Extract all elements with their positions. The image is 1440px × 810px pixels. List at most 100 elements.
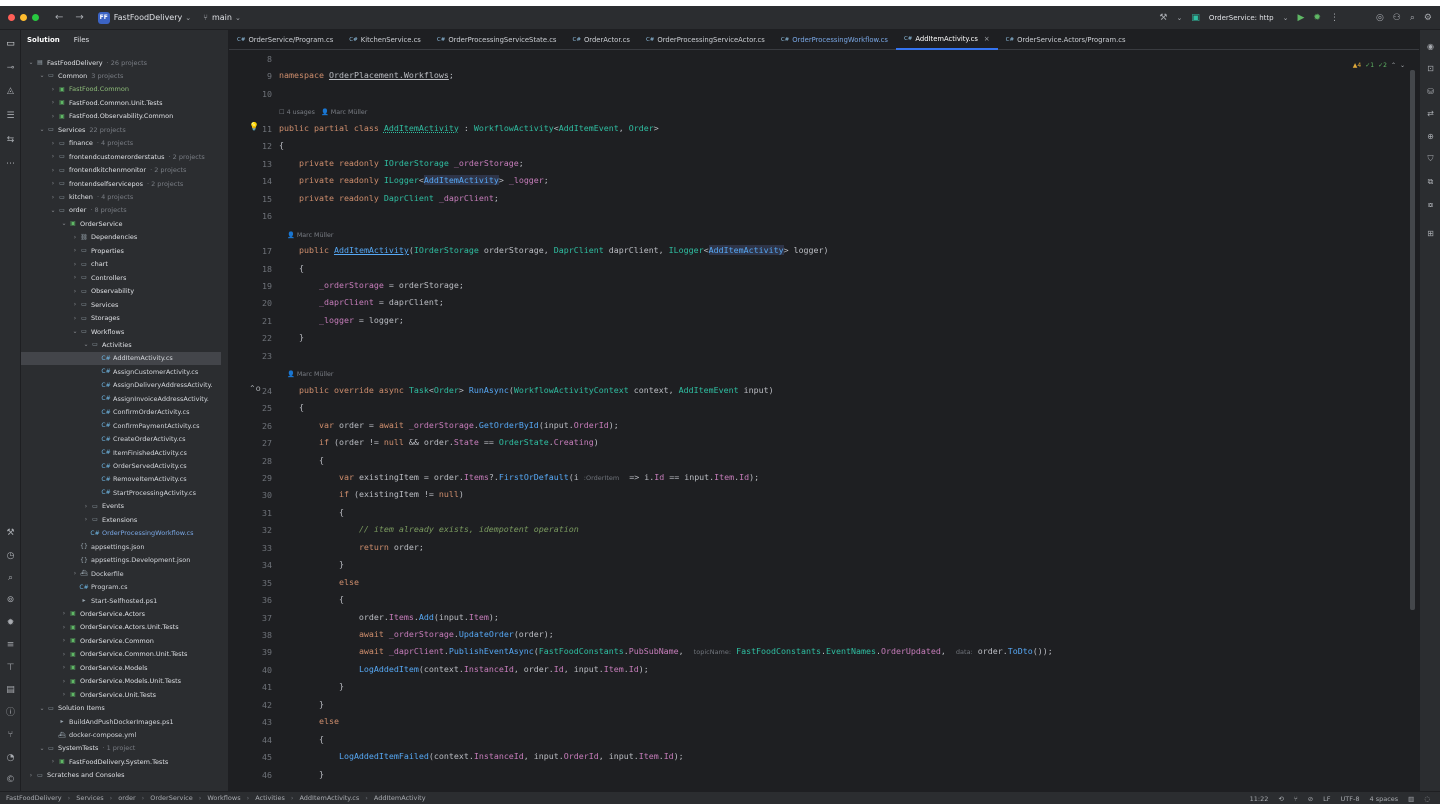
database-icon[interactable]: ⛁ <box>1424 85 1437 98</box>
code-line[interactable]: { <box>279 732 324 746</box>
tree-item[interactable]: C# CreateOrderActivity.cs <box>21 433 221 446</box>
gear-icon[interactable]: ⚙ <box>1424 13 1432 23</box>
tree-item[interactable]: › ▭ frontendkitchenmonitor · 2 projects <box>21 164 221 177</box>
maximize-window-button[interactable] <box>32 14 39 21</box>
chevron-right-icon[interactable]: › <box>60 691 68 698</box>
tree-item[interactable]: › ▭ kitchen · 4 projects <box>21 191 221 204</box>
code-line[interactable]: var order = await _orderStorage.GetOrder… <box>279 418 619 432</box>
ai-assistant-icon[interactable]: ◎ <box>1376 13 1384 23</box>
chevron-right-icon[interactable]: › <box>49 86 57 93</box>
breadcrumb-item[interactable]: OrderService <box>150 794 193 802</box>
clock-icon[interactable]: ◷ <box>4 550 17 563</box>
chevron-right-icon[interactable]: › <box>71 315 79 322</box>
editor-tab[interactable]: C# KitchenService.cs <box>341 30 429 50</box>
chevron-right-icon[interactable]: › <box>71 247 79 254</box>
tree-item[interactable]: › ▣ OrderService.Models <box>21 661 221 674</box>
nuget-icon[interactable]: ◬ <box>4 85 17 98</box>
tree-item[interactable]: › ▭ finance · 4 projects <box>21 137 221 150</box>
cursor-position[interactable]: 11:22 <box>1250 795 1269 803</box>
tree-item[interactable]: C# AssignInvoiceAddressActivity. <box>21 392 221 405</box>
code-line[interactable]: return order; <box>279 540 424 554</box>
tree-item[interactable]: ⌄ ▭ order · 8 projects <box>21 204 221 217</box>
chevron-right-icon[interactable]: › <box>49 140 57 147</box>
chevron-down-icon[interactable]: ⌄ <box>71 328 79 335</box>
encoding[interactable]: UTF-8 <box>1341 795 1360 803</box>
project-name[interactable]: FastFoodDelivery <box>114 13 182 22</box>
code-line[interactable]: private readonly ILogger<AddItemActivity… <box>279 173 549 187</box>
tree-item[interactable]: › ▭ frontendselfservicepos · 2 projects <box>21 177 221 190</box>
project-badge[interactable]: FF <box>97 11 110 24</box>
code-area[interactable]: namespace OrderPlacement.Workflows; ☐ 4 u… <box>279 54 1409 791</box>
chevron-right-icon[interactable]: › <box>71 288 79 295</box>
tree-item[interactable]: › ▣ OrderService.Unit.Tests <box>21 688 221 701</box>
code-line[interactable]: namespace OrderPlacement.Workflows; <box>279 68 454 82</box>
chevron-right-icon[interactable]: › <box>49 180 57 187</box>
tree-item[interactable]: C# OrderServedActivity.cs <box>21 460 221 473</box>
run-icon[interactable]: ▶ <box>1297 13 1304 23</box>
tree-item[interactable]: ⌄ ▭ Activities <box>21 338 221 351</box>
structure-icon[interactable]: ⇄ <box>1424 107 1437 120</box>
tree-item[interactable]: › ⛴ Dockerfile <box>21 567 221 580</box>
tree-item[interactable]: C# OrderProcessingWorkflow.cs <box>21 527 221 540</box>
code-line[interactable]: public override async Task<Order> RunAsy… <box>279 383 774 397</box>
code-line[interactable]: { <box>279 592 344 606</box>
editor-tab[interactable]: C# AddItemActivity.cs × <box>895 30 998 50</box>
tree-item[interactable]: › ▣ OrderService.Actors <box>21 607 221 620</box>
lightbulb-icon[interactable]: 💡 <box>249 122 259 131</box>
code-line[interactable]: LogAddedItem(context.InstanceId, order.I… <box>279 662 649 676</box>
code-line[interactable]: } <box>279 557 344 571</box>
code-line[interactable]: { <box>279 453 324 467</box>
notification-bell-icon[interactable]: ◌ <box>1424 795 1430 803</box>
services-icon[interactable]: ⊚ <box>4 594 17 607</box>
minimize-window-button[interactable] <box>20 14 27 21</box>
more-icon[interactable]: ⋮ <box>1330 13 1339 23</box>
chevron-right-icon[interactable]: › <box>49 113 57 120</box>
find-icon[interactable]: ⌕ <box>4 572 17 585</box>
notifications-icon[interactable]: ◉ <box>1424 40 1437 53</box>
vcs-icon[interactable]: ⑂ <box>1294 795 1298 803</box>
commit-icon[interactable]: ⊸ <box>4 62 17 75</box>
debug-icon[interactable]: ✹ <box>4 617 17 630</box>
tree-item[interactable]: › ▭ Scratches and Consoles <box>21 769 221 782</box>
code-vision-hint[interactable]: ☐ 4 usages 👤 Marc Müller <box>279 108 367 116</box>
tree-item[interactable]: › ▭ Extensions <box>21 513 221 526</box>
chevron-down-icon[interactable]: ⌄ <box>60 220 68 227</box>
editor-tab[interactable]: C# OrderProcessingServiceActor.cs <box>638 30 773 50</box>
tree-item[interactable]: {} appsettings.Development.json <box>21 554 221 567</box>
tree-item[interactable]: › ▣ FastFoodDelivery.System.Tests <box>21 755 221 768</box>
editor-tab[interactable]: C# OrderProcessingWorkflow.cs <box>773 30 896 50</box>
tree-item[interactable]: C# StartProcessingActivity.cs <box>21 486 221 499</box>
chevron-down-icon[interactable]: ⌄ <box>49 207 57 214</box>
hammer-icon[interactable]: ⚒ <box>1159 13 1167 23</box>
breadcrumb-item[interactable]: Activities <box>255 794 285 802</box>
breadcrumb-item[interactable]: AddItemActivity.cs <box>299 794 359 802</box>
chevron-down-icon[interactable]: ⌄ <box>38 745 46 752</box>
code-line[interactable]: public AddItemActivity(IOrderStorage ord… <box>279 243 829 257</box>
chevron-down-icon[interactable]: ⌄ <box>1176 14 1182 22</box>
chevron-right-icon[interactable]: › <box>71 301 79 308</box>
editor-tab[interactable]: C# OrderActor.cs <box>564 30 637 50</box>
terminal-icon[interactable]: ▤ <box>4 684 17 697</box>
code-line[interactable]: _daprClient = daprClient; <box>279 295 444 309</box>
tree-item[interactable]: › ▭ Storages <box>21 312 221 325</box>
tree-item[interactable]: ▸ BuildAndPushDockerImages.ps1 <box>21 715 221 728</box>
code-line[interactable]: order.Items.Add(input.Item); <box>279 610 499 624</box>
chevron-right-icon[interactable]: › <box>71 234 79 241</box>
code-line[interactable]: var existingItem = order.Items?.FirstOrD… <box>279 470 759 484</box>
code-line[interactable]: { <box>279 400 304 414</box>
debug-icon[interactable]: ✹ <box>1313 13 1321 23</box>
tree-item[interactable]: {} appsettings.json <box>21 540 221 553</box>
search-icon[interactable]: ⌕ <box>1410 13 1415 23</box>
forward-arrow-icon[interactable]: → <box>75 12 83 23</box>
code-line[interactable]: _logger = logger; <box>279 313 404 327</box>
chevron-right-icon[interactable]: › <box>60 637 68 644</box>
override-icon[interactable]: ⌃o <box>249 384 261 393</box>
code-line[interactable]: { <box>279 505 344 519</box>
problems-icon[interactable]: ⓘ <box>4 707 17 720</box>
tree-item[interactable]: ⌄ ▣ OrderService <box>21 217 221 230</box>
chevron-down-icon[interactable]: ⌄ <box>185 14 191 22</box>
close-window-button[interactable] <box>8 14 15 21</box>
tree-item[interactable]: › ▣ OrderService.Models.Unit.Tests <box>21 675 221 688</box>
code-line[interactable]: private readonly IOrderStorage _orderSto… <box>279 156 524 170</box>
tree-item[interactable]: ⛴ docker-compose.yml <box>21 729 221 742</box>
